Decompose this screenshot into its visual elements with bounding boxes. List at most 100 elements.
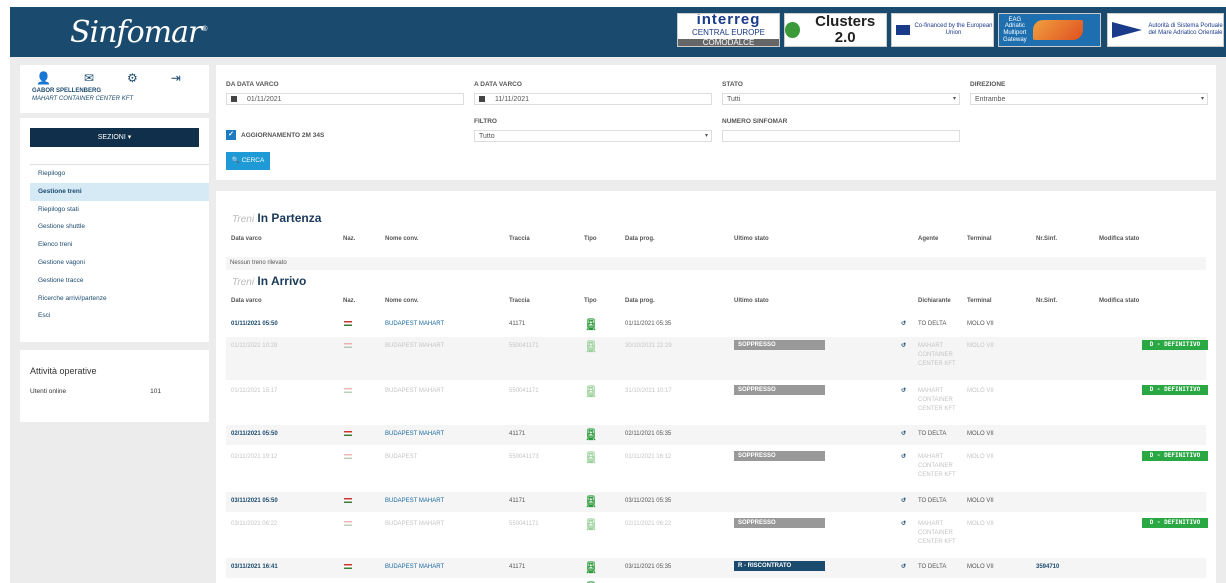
nav-item-esci[interactable]: Esci [30, 307, 209, 325]
nav-item-ricerche[interactable]: Ricerche arrivi/partenze [30, 290, 209, 308]
table-row[interactable]: 03/11/2021 05:50 BUDAPEST MAHART 41171 🚆︎ 03… [226, 492, 1206, 512]
data-varco-link[interactable]: 01/11/2021 15:17 [231, 387, 277, 396]
logout-icon[interactable]: ⇥ [171, 71, 181, 85]
definitivo-button[interactable]: D - DEFINITIVO [1142, 385, 1208, 395]
data-varco-link[interactable]: 01/11/2021 05:50 [231, 320, 278, 329]
nome-conv-link[interactable]: BUDAPEST MAHART [385, 387, 444, 396]
sezioni-button[interactable]: SEZIONI ▾ [30, 128, 199, 147]
port-authority-logo[interactable]: Autorità di Sistema Portuale del Mare Ad… [1107, 13, 1224, 47]
nav-item-gestione-treni[interactable]: Gestione treni [30, 182, 209, 201]
gear-icon[interactable]: ⚙ [127, 71, 138, 85]
history-icon[interactable]: ↺ [901, 453, 906, 462]
data-varco-link[interactable]: 02/11/2021 05:50 [231, 430, 278, 439]
nav-item-gestione-vagoni[interactable]: Gestione vagoni [30, 254, 209, 272]
nav-item-riepilogo[interactable]: Riepilogo [30, 165, 209, 183]
direzione-select[interactable]: Entrambe ▾ [970, 93, 1208, 105]
data-varco-link[interactable]: 01/11/2021 10:29 [231, 342, 277, 351]
status-badge: SOPPRESSO [734, 385, 825, 395]
col-ultimo-stato[interactable]: Ultimo stato [734, 298, 769, 304]
table-row[interactable]: 01/11/2021 05:50 BUDAPEST MAHART 41171 🚆︎ 01… [226, 315, 1206, 334]
nav-item-gestione-tracce[interactable]: Gestione tracce [30, 272, 209, 290]
col-terminal[interactable]: Terminal [967, 298, 992, 304]
col-data-varco[interactable]: Data varco [231, 236, 262, 242]
clusters-logo[interactable]: Clusters 2.0 [784, 13, 887, 47]
nome-conv-link[interactable]: BUDAPEST MAHART [385, 520, 444, 529]
cerca-button[interactable]: 🔍 CERCA [226, 152, 270, 170]
table-row[interactable]: 04/11/2021 05:50BUDAPEST MAHART41171🚆︎04… [226, 578, 1206, 583]
nr-sinf-link[interactable]: 3594710 [1036, 563, 1059, 572]
eag-logo[interactable]: EAG Adriatic Multiport Gateway [998, 13, 1101, 47]
train-icon: 🚆︎ [584, 519, 598, 531]
col-modifica-stato[interactable]: Modifica stato [1099, 298, 1139, 304]
col-nr-sinf[interactable]: Nr.Sinf. [1036, 236, 1057, 242]
col-dichiarante[interactable]: Dichiarante [918, 298, 951, 304]
filtro-select[interactable]: Tutto ▾ [474, 130, 712, 142]
col-terminal[interactable]: Terminal [967, 236, 992, 242]
data-varco-link[interactable]: 03/11/2021 05:50 [231, 497, 278, 506]
col-nome-conv[interactable]: Nome conv. [385, 298, 419, 304]
data-varco-link[interactable]: 03/11/2021 06:22 [231, 520, 277, 529]
table-row[interactable]: 03/11/2021 06:22 BUDAPEST MAHART 550041171… [226, 515, 1208, 558]
history-icon[interactable]: ↺ [901, 430, 906, 439]
data-varco-link[interactable]: 02/11/2021 19:12 [231, 453, 277, 462]
calendar-icon[interactable] [479, 96, 485, 103]
numero-sinfomar-input[interactable] [722, 130, 960, 142]
col-agente[interactable]: Agente [918, 236, 938, 242]
terminal-cell: MOLO VII [967, 431, 994, 437]
nome-conv-link[interactable]: BUDAPEST MAHART [385, 342, 444, 351]
interreg-logo[interactable]: interreg CENTRAL EUROPE COMODALCE [677, 13, 780, 47]
col-tipo[interactable]: Tipo [584, 298, 597, 304]
definitivo-button[interactable]: D - DEFINITIVO [1142, 451, 1208, 461]
col-naz[interactable]: Naz. [343, 236, 355, 242]
nome-conv-link[interactable]: BUDAPEST MAHART [385, 563, 444, 572]
history-icon[interactable]: ↺ [901, 563, 906, 572]
col-nome-conv[interactable]: Nome conv. [385, 236, 419, 242]
nome-conv-link[interactable]: BUDAPEST MAHART [385, 430, 444, 439]
stato-select[interactable]: Tutti ▾ [722, 93, 960, 105]
definitivo-button[interactable]: D - DEFINITIVO [1142, 518, 1208, 528]
col-traccia[interactable]: Traccia [509, 298, 530, 304]
table-row[interactable]: 03/11/2021 16:41 BUDAPEST MAHART 41171 🚆︎ 03… [226, 558, 1206, 578]
da-data-input[interactable]: 01/11/2021 [226, 93, 464, 105]
treni-panel: Treni In Partenza Data varco Naz. Nome c… [216, 191, 1216, 583]
table-row[interactable]: 01/11/2021 10:29 BUDAPEST MAHART 550041171… [226, 337, 1208, 380]
status-badge: SOPPRESSO [734, 340, 825, 350]
nome-conv-link[interactable]: BUDAPEST [385, 453, 417, 462]
sinfomar-logo[interactable]: Sinfomar® [70, 15, 208, 50]
col-data-prog[interactable]: Data prog. [625, 298, 655, 304]
col-data-varco[interactable]: Data varco [231, 298, 262, 304]
table-row[interactable]: 02/11/2021 19:12 BUDAPEST 550041173 🚆︎ 01/11… [226, 448, 1208, 491]
nav-item-gestione-shuttle[interactable]: Gestione shuttle [30, 218, 209, 236]
nav-item-riepilogo-stati[interactable]: Riepilogo stati [30, 201, 209, 219]
checkbox-checked-icon[interactable]: ✓ [226, 130, 236, 140]
col-ultimo-stato[interactable]: Ultimo stato [734, 236, 769, 242]
history-icon[interactable]: ↺ [901, 387, 906, 396]
mail-icon[interactable]: ✉ [84, 71, 94, 85]
col-tipo[interactable]: Tipo [584, 236, 597, 242]
col-traccia[interactable]: Traccia [509, 236, 530, 242]
table-row[interactable]: 02/11/2021 05:50 BUDAPEST MAHART 41171 🚆︎ 02… [226, 425, 1206, 445]
col-data-prog[interactable]: Data prog. [625, 236, 655, 242]
data-varco-link[interactable]: 03/11/2021 16:41 [231, 563, 278, 572]
nav-item-elenco-treni[interactable]: Elenco treni [30, 236, 209, 254]
user-icon[interactable]: 👤 [36, 71, 51, 85]
definitivo-button[interactable]: D - DEFINITIVO [1142, 340, 1208, 350]
aggiornamento-toggle[interactable]: ✓ AGGIORNAMENTO 2M 34S [226, 130, 324, 140]
col-nr-sinf[interactable]: Nr.Sinf. [1036, 298, 1057, 304]
history-icon[interactable]: ↺ [901, 520, 906, 529]
col-naz[interactable]: Naz. [343, 298, 355, 304]
history-icon[interactable]: ↺ [901, 320, 906, 329]
eu-logo[interactable]: Co-financed by the European Union [891, 13, 994, 47]
stato-label: STATO [722, 81, 743, 88]
history-icon[interactable]: ↺ [901, 497, 906, 506]
col-modifica-stato[interactable]: Modifica stato [1099, 236, 1139, 242]
traccia-cell: 41171 [509, 321, 526, 327]
table-row[interactable]: 01/11/2021 15:17 BUDAPEST MAHART 550041171… [226, 382, 1208, 425]
a-data-input[interactable]: 11/11/2021 [474, 93, 712, 105]
user-panel: 👤 ✉ ⚙ ⇥ GABOR SPELLENBERG MAHART CONTAIN… [20, 65, 209, 113]
user-name: GABOR SPELLENBERG [32, 88, 102, 94]
calendar-icon[interactable] [231, 96, 237, 103]
history-icon[interactable]: ↺ [901, 342, 906, 351]
nome-conv-link[interactable]: BUDAPEST MAHART [385, 320, 444, 329]
nome-conv-link[interactable]: BUDAPEST MAHART [385, 497, 444, 506]
